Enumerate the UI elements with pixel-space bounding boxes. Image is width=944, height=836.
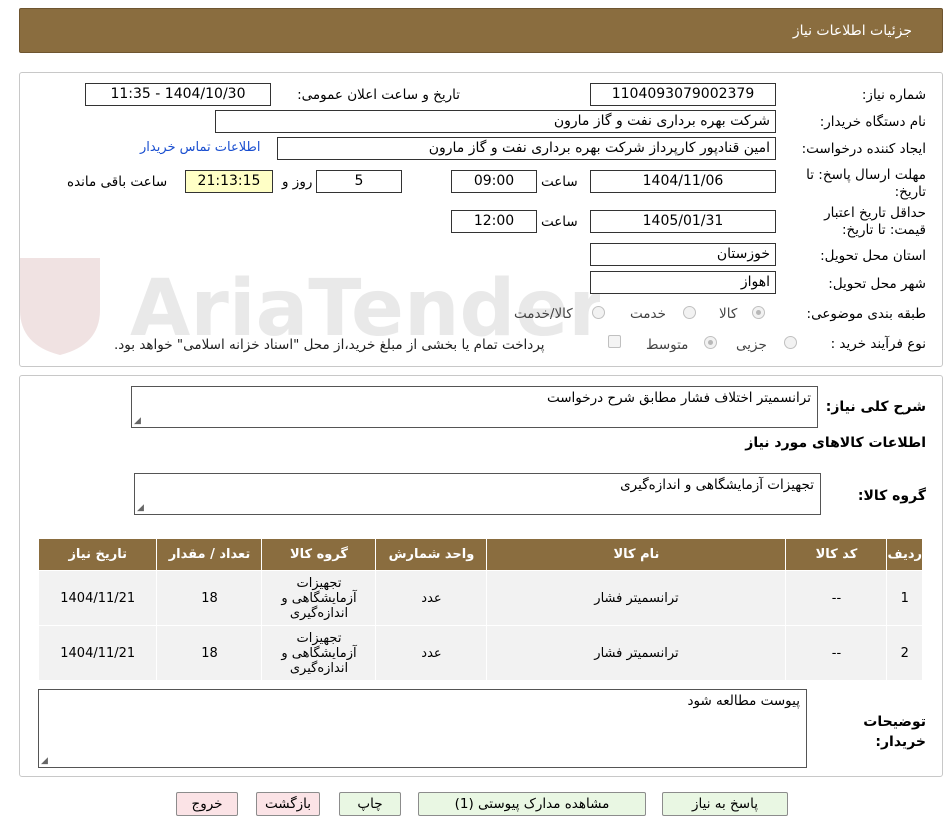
col-date: تاریخ نیاز	[37, 538, 158, 571]
goods-group-field: تجهیزات آزمایشگاهی و اندازه‌گیری ◢	[134, 473, 821, 515]
col-group: گروه کالا	[261, 538, 377, 571]
payment-note: پرداخت تمام یا بخشی از مبلغ خرید،از محل …	[114, 337, 545, 353]
cell-name: ترانسمیتر فشار	[486, 570, 787, 626]
buyer-notes-label: توضیحات خریدار:	[863, 714, 926, 750]
exit-button[interactable]: خروج	[176, 792, 238, 816]
print-button[interactable]: چاپ	[339, 792, 401, 816]
buyer-org-label: نام دستگاه خریدار:	[819, 114, 926, 130]
cell-unit: عدد	[375, 570, 488, 626]
validity-time-field: 12:00	[451, 210, 537, 233]
back-button[interactable]: بازگشت	[256, 792, 320, 816]
remaining-label: ساعت باقی مانده	[67, 174, 168, 190]
resize-grip-icon[interactable]: ◢	[137, 503, 144, 513]
cell-date: 1404/11/21	[37, 570, 158, 626]
general-desc-text: ترانسمیتر اختلاف فشار مطابق شرح درخواست	[546, 390, 811, 406]
validity-date-field: 1405/01/31	[590, 210, 776, 233]
cell-code: --	[785, 570, 888, 626]
col-qty: تعداد / مقدار	[156, 538, 263, 571]
cell-row: 1	[886, 570, 923, 626]
city-label: شهر محل تحویل:	[828, 276, 926, 292]
buyer-org-field: شرکت بهره برداری نفت و گاز مارون	[215, 110, 776, 133]
cell-group: تجهیزات آزمایشگاهی و اندازه‌گیری	[261, 570, 377, 626]
attachments-button[interactable]: مشاهده مدارک پیوستی (1)	[418, 792, 646, 816]
category-both-label: کالا/خدمت	[514, 306, 573, 322]
cell-group: تجهیزات آزمایشگاهی و اندازه‌گیری	[261, 625, 377, 681]
purchase-type-label: نوع فرآیند خرید :	[830, 336, 926, 352]
category-both-radio[interactable]	[592, 306, 605, 319]
reply-button[interactable]: پاسخ به نیاز	[662, 792, 788, 816]
requester-field: امین قنادپور کارپرداز شرکت بهره برداری ن…	[277, 137, 776, 160]
page-header: جزئیات اطلاعات نیاز	[19, 8, 943, 53]
cell-qty: 18	[156, 625, 263, 681]
deadline-time-label: ساعت	[541, 174, 578, 190]
goods-group-label: گروه کالا:	[857, 488, 926, 504]
col-code: کد کالا	[785, 538, 888, 571]
col-name: نام کالا	[486, 538, 787, 571]
purchase-minor-radio[interactable]	[784, 336, 797, 349]
cell-row: 2	[886, 625, 923, 681]
col-row: ردیف	[886, 538, 923, 571]
cell-date: 1404/11/21	[37, 625, 158, 681]
need-number-field: 1104093079002379	[590, 83, 776, 106]
buyer-notes-text: پیوست مطالعه شود	[687, 693, 800, 709]
general-desc-label: شرح کلی نیاز:	[825, 399, 926, 415]
category-label: طبقه بندی موضوعی:	[806, 306, 926, 322]
page-title: جزئیات اطلاعات نیاز	[792, 23, 912, 39]
buyer-notes-field: پیوست مطالعه شود ◢	[38, 689, 807, 768]
category-service-radio[interactable]	[683, 306, 696, 319]
table-row: 2 -- ترانسمیتر فشار عدد تجهیزات آزمایشگا…	[37, 625, 923, 681]
deadline-date-field: 1404/11/06	[590, 170, 776, 193]
need-number-label: شماره نیاز:	[861, 87, 926, 103]
category-service-label: خدمت	[630, 306, 666, 322]
col-unit: واحد شمارش	[375, 538, 488, 571]
days-field: 5	[316, 170, 402, 193]
purchase-medium-label: متوسط	[646, 337, 689, 353]
province-label: استان محل تحویل:	[820, 248, 926, 264]
cell-code: --	[785, 625, 888, 681]
resize-grip-icon[interactable]: ◢	[134, 416, 141, 426]
deadline-time-field: 09:00	[451, 170, 537, 193]
validity-time-label: ساعت	[541, 214, 578, 230]
announce-field: 1404/10/30 - 11:35	[85, 83, 271, 106]
resize-grip-icon[interactable]: ◢	[41, 756, 48, 766]
purchase-medium-radio[interactable]	[704, 336, 717, 349]
remaining-time-field: 21:13:15	[185, 170, 273, 193]
table-header-row: ردیف کد کالا نام کالا واحد شمارش گروه کا…	[37, 538, 923, 571]
treasury-checkbox[interactable]	[608, 335, 621, 348]
purchase-minor-label: جزیی	[736, 337, 767, 353]
general-desc-field: ترانسمیتر اختلاف فشار مطابق شرح درخواست …	[131, 386, 818, 428]
requester-label: ایجاد کننده درخواست:	[801, 141, 926, 157]
category-goods-label: کالا	[719, 306, 738, 322]
days-label: روز و	[282, 174, 313, 190]
announce-label: تاریخ و ساعت اعلان عمومی:	[297, 87, 460, 103]
goods-info-title: اطلاعات کالاهای مورد نیاز	[745, 435, 926, 451]
cell-qty: 18	[156, 570, 263, 626]
validity-label: حداقل تاریخ اعتبار قیمت: تا تاریخ:	[824, 205, 926, 238]
province-field: خوزستان	[590, 243, 776, 266]
table-row: 1 -- ترانسمیتر فشار عدد تجهیزات آزمایشگا…	[37, 570, 923, 626]
buyer-contact-link[interactable]: اطلاعات تماس خریدار	[140, 140, 260, 155]
deadline-label: مهلت ارسال پاسخ: تا تاریخ:	[806, 167, 926, 200]
items-table: ردیف کد کالا نام کالا واحد شمارش گروه کا…	[37, 538, 923, 681]
goods-group-text: تجهیزات آزمایشگاهی و اندازه‌گیری	[620, 477, 814, 493]
cell-name: ترانسمیتر فشار	[486, 625, 787, 681]
city-field: اهواز	[590, 271, 776, 294]
cell-unit: عدد	[375, 625, 488, 681]
category-goods-radio[interactable]	[752, 306, 765, 319]
